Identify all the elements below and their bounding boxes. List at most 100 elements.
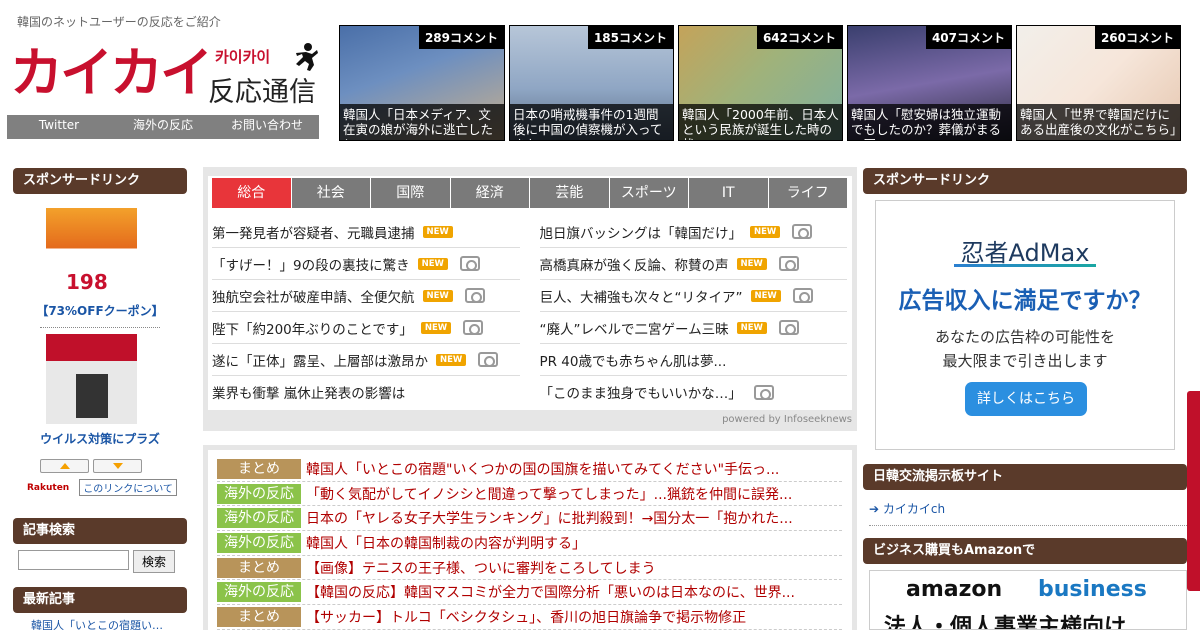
latest-section: 最新記事 韓国人「いとこの宿題い… — [13, 587, 187, 630]
latest-item[interactable]: 韓国人「いとこの宿題い… — [31, 617, 187, 630]
divider — [40, 327, 160, 328]
new-badge: NEW — [750, 289, 781, 302]
news-tab[interactable]: 経済 — [450, 178, 529, 208]
arrow-down-icon — [112, 463, 123, 469]
news-item[interactable]: PR 40歳でも赤ちゃん肌は夢... — [539, 344, 847, 376]
new-badge: NEW — [736, 321, 767, 334]
bbs-link[interactable]: ➔ カイカイch — [869, 500, 1187, 526]
news-column-right: 旭日旗バッシングは「韓国だけ」 NEW 高橋真麻が強く反論、称賛の声 NEW 巨人、大補… — [539, 216, 848, 408]
news-tab[interactable]: 社会 — [291, 178, 370, 208]
admax-ad[interactable]: 忍者AdMax 広告収入に満足ですか？ あなたの広告枠の可能性を 最大限まで引き… — [875, 200, 1175, 450]
category-label: まとめ — [217, 557, 301, 578]
new-badge: NEW — [420, 321, 452, 334]
antenna-link-title[interactable]: 「動く気配がしてイノシシと間違って撃ってしまった」...猟銃を仲間に誤発... — [306, 484, 792, 504]
news-title: 第一発見者が容疑者、元職員逮捕 — [212, 225, 415, 242]
news-tab[interactable]: 芸能 — [530, 178, 609, 208]
category-label: まとめ — [217, 458, 301, 479]
admax-brand: 忍者AdMax — [960, 239, 1090, 267]
ad-banner-plasma[interactable] — [46, 334, 137, 424]
featured-article[interactable]: 407コメント 韓国人「慰安婦は独立運動でもしたのか？葬儀がまるで国 — [847, 25, 1012, 141]
news-title: 高橋真麻が強く反論、称賛の声 — [539, 257, 729, 274]
search-button[interactable]: 検索 — [133, 550, 175, 573]
news-tab[interactable]: 総合 — [212, 178, 291, 208]
news-tab[interactable]: 国際 — [371, 178, 450, 208]
search-section: 記事検索 検索 — [13, 518, 187, 573]
antenna-row[interactable]: まとめ 【サッカー】トルコ「ベシクタシュ」、香川の旭日旗論争で掲示物修正 — [217, 605, 842, 630]
news-item[interactable]: 業界も衝撃 嵐休止発表の影響は — [212, 376, 520, 408]
right-sidebar: スポンサードリンク 忍者AdMax 広告収入に満足ですか？ あなたの広告枠の可能… — [863, 168, 1187, 630]
ad-carousel-controls — [40, 459, 187, 473]
admax-sub-line: あなたの広告枠の可能性を — [934, 328, 1115, 346]
news-item[interactable]: 高橋真麻が強く反論、称賛の声 NEW — [539, 248, 847, 280]
admax-subtext: あなたの広告枠の可能性を 最大限まで引き出します — [876, 325, 1174, 373]
category-label: まとめ — [217, 606, 301, 627]
antenna-link-title[interactable]: 韓国人「日本の韓国制裁の内容が判明する」 — [306, 533, 586, 553]
powered-by: powered by Infoseeknews — [722, 414, 852, 425]
featured-article[interactable]: 642コメント 韓国人「2000年前、日本人という民族が誕生した時の状 — [678, 25, 843, 141]
infoseek-news-widget: 総合 社会 国際 経済 芸能 スポーツ IT ライフ 第一発見者が容疑者、元職員逮捕 NEW 「す… — [203, 167, 857, 431]
featured-article[interactable]: 260コメント 韓国人「世界で韓国だけにある出産後の文化がこちら」 — [1016, 25, 1181, 141]
thumb-caption: 韓国人「日本メディア、文在寅の娘が海外に逃亡したと — [340, 104, 504, 140]
news-item[interactable]: 独航空会社が破産申請、全便欠航 NEW — [212, 280, 520, 312]
admax-details-button[interactable]: 詳しくはこちら — [965, 382, 1087, 416]
antenna-row[interactable]: まとめ 韓国人「いとこの宿題"いくつかの国の国旗を描いてみてください"手伝っ... — [217, 457, 842, 482]
latest-heading: 最新記事 — [13, 587, 187, 613]
ad-plasma-link[interactable]: ウイルス対策にプラズ — [13, 430, 187, 447]
ad-coupon-link[interactable]: 【73%OFFクーポン】 — [13, 302, 187, 319]
admax-underline — [954, 264, 1096, 267]
product-image — [76, 374, 108, 418]
antenna-row[interactable]: 海外の反応 【韓国の反応】韓国マスコミが全力で国際分析「悪いのは日本なのに、世界.… — [217, 580, 842, 606]
news-item[interactable]: 「このまま独身でもいいかな…」 — [540, 376, 848, 408]
news-item[interactable]: “廃人”レベルで二宮ゲーム三昧 NEW — [539, 312, 847, 344]
antenna-link-title[interactable]: 【画像】テニスの王子様、ついに審判をころしてしまう — [306, 558, 656, 578]
antenna-row[interactable]: 海外の反応 「動く気配がしてイノシシと間違って撃ってしまった」...猟銃を仲間に誤… — [217, 482, 842, 507]
search-row: 検索 — [18, 550, 187, 573]
new-badge: NEW — [422, 289, 453, 302]
site-logo[interactable]: カイカイ 카이카이 反応通信 — [10, 42, 320, 112]
news-tab[interactable]: ライフ — [768, 178, 847, 208]
amazon-business-ad[interactable]: amazon business 法人・個人事業主様向け — [869, 570, 1187, 630]
nav-overseas-reaction[interactable]: 海外の反応 — [111, 115, 215, 139]
news-tab[interactable]: スポーツ — [609, 178, 688, 208]
sponsor-heading-left: スポンサードリンク — [13, 168, 187, 194]
news-item[interactable]: 「すげー！」9の段の裏技に驚き NEW — [212, 248, 520, 280]
about-link[interactable]: このリンクについて — [79, 479, 177, 496]
search-input[interactable] — [18, 550, 129, 570]
new-badge: NEW — [436, 353, 467, 366]
antenna-link-title[interactable]: 【韓国の反応】韓国マスコミが全力で国際分析「悪いのは日本なのに、世界... — [306, 582, 795, 602]
amazon-heading: ビジネス購買もAmazonで — [863, 538, 1187, 564]
news-item[interactable]: 第一発見者が容疑者、元職員逮捕 NEW — [212, 216, 520, 248]
antenna-link-title[interactable]: 【サッカー】トルコ「ベシクタシュ」、香川の旭日旗論争で掲示物修正 — [306, 607, 746, 627]
category-label: 海外の反応 — [217, 483, 301, 504]
ad-next-button[interactable] — [93, 459, 142, 473]
antenna-link-title[interactable]: 韓国人「いとこの宿題"いくつかの国の国旗を描いてみてください"手伝っ... — [306, 459, 779, 479]
comment-count: 185コメント — [587, 26, 673, 49]
camera-icon — [463, 320, 484, 335]
news-title: 巨人、大補強も次々と“リタイア” — [539, 289, 743, 306]
antenna-row[interactable]: まとめ 【画像】テニスの王子様、ついに審判をころしてしまう — [217, 556, 842, 581]
logo-main-text: カイカイ — [10, 43, 213, 104]
news-list: 第一発見者が容疑者、元職員逮捕 NEW 「すげー！」9の段の裏技に驚き NEW 独航空会… — [212, 216, 847, 408]
camera-icon — [459, 256, 480, 271]
nav-twitter[interactable]: Twitter — [7, 115, 111, 139]
antenna-row[interactable]: 海外の反応 韓国人「日本の韓国制裁の内容が判明する」 — [217, 531, 842, 556]
featured-article[interactable]: 185コメント 日本の哨戒機事件の1週間後に中国の偵察機が入ってきた — [509, 25, 674, 141]
news-tabs: 総合 社会 国際 経済 芸能 スポーツ IT ライフ — [212, 178, 847, 208]
news-item[interactable]: 陛下「約200年ぶりのことです」 NEW — [212, 312, 520, 344]
ad-banner-coupon[interactable]: 198 — [46, 208, 137, 298]
nav-contact[interactable]: お問い合わせ — [215, 115, 319, 139]
arrow-up-icon — [59, 463, 70, 469]
featured-article[interactable]: 289コメント 韓国人「日本メディア、文在寅の娘が海外に逃亡したと — [339, 25, 505, 141]
ad-prev-button[interactable] — [40, 459, 89, 473]
news-item[interactable]: 旭日旗バッシングは「韓国だけ」 NEW — [539, 216, 847, 248]
news-tab[interactable]: IT — [689, 178, 768, 208]
side-share-tab[interactable] — [1187, 391, 1200, 591]
rakuten-logo[interactable]: Rakuten — [27, 483, 69, 493]
antenna-row[interactable]: 海外の反応 日本の「ヤレる女子大学生ランキング」に批判殺到！→国分太一「抱かれた.… — [217, 506, 842, 532]
news-item[interactable]: 巨人、大補強も次々と“リタイア” NEW — [539, 280, 847, 312]
bbs-link-label: カイカイch — [882, 502, 946, 516]
amazon-section: ビジネス購買もAmazonで amazon business 法人・個人事業主様… — [863, 538, 1187, 630]
bbs-section: 日韓交流掲示板サイト ➔ カイカイch — [863, 464, 1187, 526]
antenna-link-title[interactable]: 日本の「ヤレる女子大学生ランキング」に批判殺到！→国分太一「抱かれた... — [306, 508, 793, 528]
news-item[interactable]: 遂に「正体」露呈、上層部は激昂か NEW — [212, 344, 520, 376]
